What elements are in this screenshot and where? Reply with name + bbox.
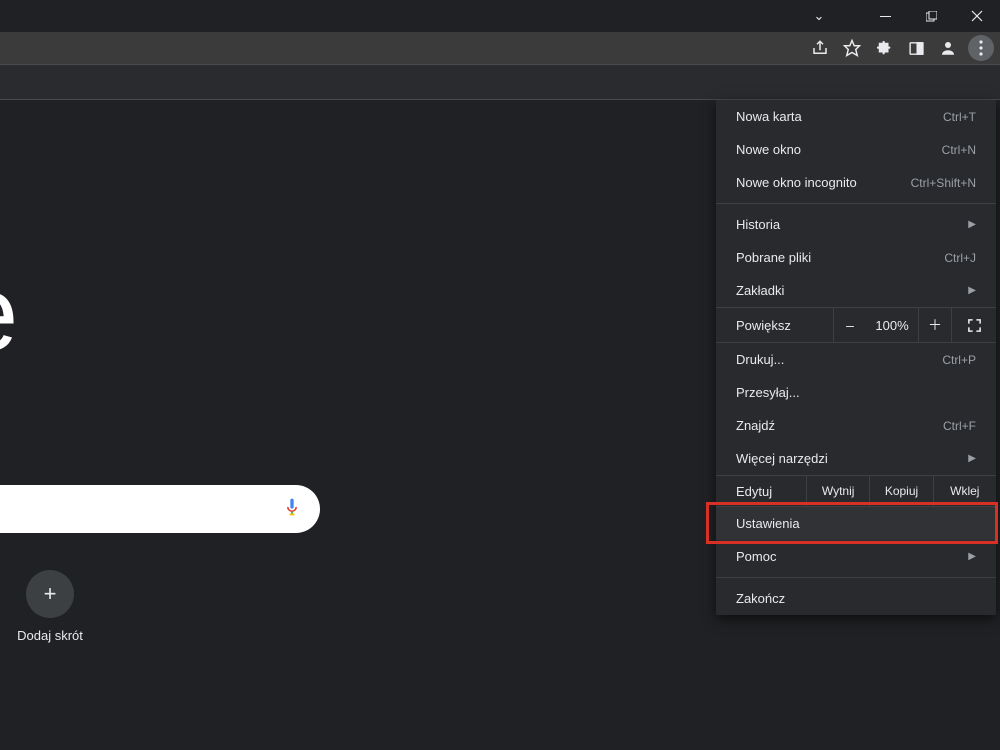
window-minimize-button[interactable]	[862, 0, 908, 32]
menu-zoom-row: Powiększ – 100% ＋	[716, 307, 996, 343]
menu-item-shortcut: Ctrl+J	[944, 251, 976, 265]
submenu-arrow-icon: ▶	[968, 219, 976, 230]
menu-incognito[interactable]: Nowe okno incognito Ctrl+Shift+N	[716, 166, 996, 199]
window-maximize-button[interactable]	[908, 0, 954, 32]
menu-item-label: Drukuj...	[736, 352, 784, 367]
menu-separator	[716, 577, 996, 578]
search-input[interactable]	[0, 498, 282, 520]
menu-exit[interactable]: Zakończ	[716, 582, 996, 615]
share-icon[interactable]	[808, 36, 832, 60]
menu-item-shortcut: Ctrl+F	[943, 419, 976, 433]
menu-item-label: Historia	[736, 217, 780, 232]
page-content: Google + Dodaj skrót Nowa karta Ctrl+T N…	[0, 100, 1000, 750]
menu-item-label: Pobrane pliki	[736, 250, 811, 265]
menu-settings[interactable]: Ustawienia	[716, 507, 996, 540]
menu-edit-label: Edytuj	[716, 484, 806, 499]
menu-item-label: Znajdź	[736, 418, 775, 433]
side-panel-icon[interactable]	[904, 36, 928, 60]
add-shortcut-label: Dodaj skrót	[0, 628, 100, 643]
menu-new-tab[interactable]: Nowa karta Ctrl+T	[716, 100, 996, 133]
google-logo: Google	[0, 250, 12, 375]
window-titlebar: ⌄	[0, 0, 1000, 32]
menu-item-shortcut: Ctrl+Shift+N	[911, 176, 976, 190]
menu-new-window[interactable]: Nowe okno Ctrl+N	[716, 133, 996, 166]
menu-item-label: Pomoc	[736, 549, 776, 564]
menu-help[interactable]: Pomoc ▶	[716, 540, 996, 573]
chrome-menu: Nowa karta Ctrl+T Nowe okno Ctrl+N Nowe …	[716, 100, 996, 615]
menu-item-shortcut: Ctrl+N	[942, 143, 976, 157]
zoom-label: Powiększ	[716, 318, 833, 333]
menu-item-label: Ustawienia	[736, 516, 800, 531]
menu-print[interactable]: Drukuj... Ctrl+P	[716, 343, 996, 376]
menu-item-label: Nowa karta	[736, 109, 802, 124]
chrome-menu-button[interactable]	[968, 35, 994, 61]
search-box[interactable]	[0, 485, 320, 533]
menu-downloads[interactable]: Pobrane pliki Ctrl+J	[716, 241, 996, 274]
menu-item-label: Przesyłaj...	[736, 385, 800, 400]
menu-cast[interactable]: Przesyłaj...	[716, 376, 996, 409]
voice-search-icon[interactable]	[282, 494, 320, 525]
profile-avatar-icon[interactable]	[936, 36, 960, 60]
menu-item-label: Więcej narzędzi	[736, 451, 828, 466]
zoom-percent: 100%	[866, 308, 918, 342]
menu-find[interactable]: Znajdź Ctrl+F	[716, 409, 996, 442]
menu-item-shortcut: Ctrl+P	[942, 353, 976, 367]
menu-edit-row: Edytuj Wytnij Kopiuj Wklej	[716, 475, 996, 507]
submenu-arrow-icon: ▶	[968, 551, 976, 562]
zoom-out-button[interactable]: –	[833, 308, 866, 342]
add-shortcut-tile[interactable]: + Dodaj skrót	[0, 570, 100, 643]
submenu-arrow-icon: ▶	[968, 285, 976, 296]
menu-item-label: Zakładki	[736, 283, 784, 298]
menu-item-label: Nowe okno	[736, 142, 801, 157]
menu-separator	[716, 203, 996, 204]
window-close-button[interactable]	[954, 0, 1000, 32]
menu-item-shortcut: Ctrl+T	[943, 110, 976, 124]
menu-item-label: Zakończ	[736, 591, 785, 606]
tabs-chevron-icon[interactable]: ⌄	[796, 8, 842, 24]
menu-paste-button[interactable]: Wklej	[933, 476, 996, 506]
extensions-icon[interactable]	[872, 36, 896, 60]
menu-item-label: Nowe okno incognito	[736, 175, 857, 190]
bookmark-star-icon[interactable]	[840, 36, 864, 60]
bookmarks-bar-strip	[0, 65, 1000, 100]
fullscreen-button[interactable]	[951, 308, 996, 342]
menu-cut-button[interactable]: Wytnij	[806, 476, 869, 506]
menu-copy-button[interactable]: Kopiuj	[869, 476, 932, 506]
browser-toolbar	[0, 32, 1000, 65]
plus-icon: +	[26, 570, 74, 618]
zoom-in-button[interactable]: ＋	[918, 308, 951, 342]
menu-bookmarks[interactable]: Zakładki ▶	[716, 274, 996, 307]
menu-more-tools[interactable]: Więcej narzędzi ▶	[716, 442, 996, 475]
submenu-arrow-icon: ▶	[968, 453, 976, 464]
menu-history[interactable]: Historia ▶	[716, 208, 996, 241]
